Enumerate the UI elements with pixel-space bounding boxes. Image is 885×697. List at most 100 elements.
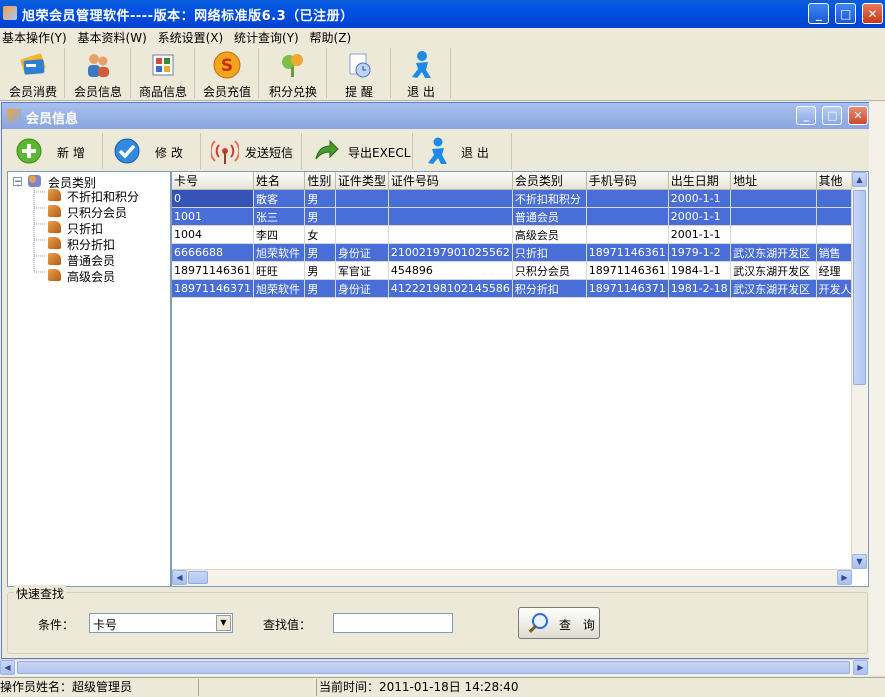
menu-help[interactable]: 帮助(Z): [308, 28, 357, 46]
table-cell[interactable]: 身份证: [335, 279, 389, 298]
table-cell[interactable]: 男: [304, 207, 336, 226]
table-cell[interactable]: 李四: [253, 225, 306, 244]
table-cell[interactable]: 普通会员: [512, 207, 587, 226]
table-cell[interactable]: 武汉东湖开发区: [730, 279, 817, 298]
child-close-button[interactable]: ✕: [848, 106, 868, 125]
menu-basic-data[interactable]: 基本资料(W): [76, 28, 152, 46]
column-header[interactable]: 证件号码: [388, 172, 513, 190]
scroll-left-button[interactable]: ◀: [0, 660, 15, 675]
exit-toolbar-button[interactable]: 退 出: [392, 48, 451, 99]
table-cell[interactable]: [335, 207, 389, 226]
table-cell[interactable]: 积分折扣: [512, 279, 587, 298]
mdi-vertical-scrollbar[interactable]: [869, 102, 885, 675]
scroll-down-button[interactable]: ▼: [852, 554, 867, 569]
table-cell[interactable]: 旭荣软件: [253, 279, 306, 298]
child-title-bar[interactable]: 会员信息 _ □ ✕: [2, 103, 870, 129]
child-minimize-button[interactable]: _: [796, 106, 817, 125]
table-cell[interactable]: [730, 189, 817, 208]
member-category-tree[interactable]: − 会员类别 不折扣和积分 只积分会员 只折扣 积分折扣 普通会员 高级会员: [7, 171, 171, 587]
menu-system-settings[interactable]: 系统设置(X): [156, 28, 229, 46]
scroll-right-button[interactable]: ▶: [853, 660, 868, 675]
table-cell[interactable]: 2000-1-1: [668, 189, 732, 208]
table-cell[interactable]: [586, 225, 669, 244]
table-cell[interactable]: 21002197901025562: [388, 243, 513, 262]
column-header[interactable]: 出生日期: [668, 172, 732, 190]
column-header[interactable]: 性别: [304, 172, 336, 190]
table-cell[interactable]: [388, 189, 513, 208]
table-row[interactable]: 1001 张三男 普通会员 2000-1-1: [172, 207, 868, 226]
main-title-bar[interactable]: 旭荣会员管理软件----版本：网络标准版6.3（已注册） _ □ ✕: [0, 0, 885, 28]
member-consume-button[interactable]: 会员消费: [2, 48, 65, 99]
scroll-up-button[interactable]: ▲: [852, 172, 867, 187]
table-cell[interactable]: 高级会员: [512, 225, 587, 244]
table-cell[interactable]: 18971146361: [172, 261, 254, 280]
table-cell[interactable]: 1984-1-1: [668, 261, 732, 280]
scroll-thumb[interactable]: [853, 190, 866, 385]
table-cell[interactable]: 18971146361: [586, 243, 669, 262]
table-cell[interactable]: 旺旺: [253, 261, 306, 280]
grid-vertical-scrollbar[interactable]: ▲ ▼: [851, 172, 868, 569]
edit-button[interactable]: 修 改: [105, 133, 201, 169]
table-cell[interactable]: 身份证: [335, 243, 389, 262]
export-excel-button[interactable]: 导出EXECL: [304, 133, 413, 169]
table-cell[interactable]: 男: [304, 243, 336, 262]
table-cell[interactable]: [335, 189, 389, 208]
maximize-button[interactable]: □: [835, 3, 857, 24]
minimize-button[interactable]: _: [808, 3, 830, 24]
table-row[interactable]: 18971146371 旭荣软件男身份证 41222198102145586 积分折扣…: [172, 279, 868, 298]
table-cell[interactable]: 武汉东湖开发区: [730, 243, 817, 262]
table-cell[interactable]: 1004: [172, 225, 254, 244]
mdi-horizontal-scrollbar[interactable]: ◀ ▶: [0, 659, 868, 676]
table-cell[interactable]: 6666688: [172, 243, 254, 262]
child-exit-button[interactable]: 退 出: [415, 133, 512, 169]
points-exchange-button[interactable]: 积分兑换: [260, 48, 327, 99]
table-cell[interactable]: 1981-2-18: [668, 279, 732, 298]
table-cell[interactable]: 18971146371: [586, 279, 669, 298]
table-cell[interactable]: [335, 225, 389, 244]
table-cell[interactable]: 2000-1-1: [668, 207, 732, 226]
column-header[interactable]: 卡号: [172, 172, 254, 190]
scroll-thumb[interactable]: [188, 571, 208, 584]
table-cell[interactable]: [586, 207, 669, 226]
table-cell[interactable]: 41222198102145586: [388, 279, 513, 298]
table-cell[interactable]: [388, 225, 513, 244]
table-cell[interactable]: 军官证: [335, 261, 389, 280]
table-cell[interactable]: 男: [304, 279, 336, 298]
table-cell[interactable]: [388, 207, 513, 226]
table-cell[interactable]: 1001: [172, 207, 254, 226]
table-cell[interactable]: 1979-1-2: [668, 243, 732, 262]
column-header[interactable]: 姓名: [253, 172, 306, 190]
table-cell[interactable]: [730, 207, 817, 226]
table-row[interactable]: 6666688 旭荣软件男身份证 21002197901025562 只折扣 18971…: [172, 243, 868, 262]
chevron-down-icon[interactable]: ▼: [216, 615, 231, 631]
table-cell[interactable]: [586, 189, 669, 208]
table-cell[interactable]: 18971146371: [172, 279, 254, 298]
add-button[interactable]: 新 增: [7, 133, 103, 169]
menu-basic-ops[interactable]: 基本操作(Y): [0, 28, 72, 46]
member-grid[interactable]: 卡号 姓名 性别 证件类型 证件号码 会员类别 手机号码 出生日期 地址 其他 0 散客男不折扣和积…: [171, 171, 869, 587]
child-maximize-button[interactable]: □: [822, 106, 843, 125]
column-header[interactable]: 地址: [730, 172, 817, 190]
column-header[interactable]: 手机号码: [586, 172, 669, 190]
table-cell[interactable]: 女: [304, 225, 336, 244]
column-header[interactable]: 会员类别: [512, 172, 587, 190]
query-button[interactable]: 查 询: [518, 607, 600, 639]
table-cell[interactable]: 0: [172, 189, 254, 208]
table-cell[interactable]: 男: [304, 189, 336, 208]
grid-horizontal-scrollbar[interactable]: ◀ ▶: [172, 569, 852, 586]
member-info-button[interactable]: 会员信息: [66, 48, 131, 99]
table-cell[interactable]: 只积分会员: [512, 261, 587, 280]
table-cell[interactable]: 张三: [253, 207, 306, 226]
search-value-input[interactable]: [333, 613, 453, 633]
table-cell[interactable]: 旭荣软件: [253, 243, 306, 262]
table-cell[interactable]: 散客: [253, 189, 306, 208]
table-row[interactable]: 0 散客男 不折扣和积分 2000-1-1: [172, 189, 868, 208]
table-cell[interactable]: 男: [304, 261, 336, 280]
table-cell[interactable]: 只折扣: [512, 243, 587, 262]
table-cell[interactable]: 武汉东湖开发区: [730, 261, 817, 280]
table-cell[interactable]: [730, 225, 817, 244]
table-row[interactable]: 18971146361 旺旺男军官证 454896 只积分会员 18971146361 1…: [172, 261, 868, 280]
table-cell[interactable]: 18971146361: [586, 261, 669, 280]
scroll-thumb[interactable]: [17, 661, 850, 674]
product-info-button[interactable]: 商品信息: [132, 48, 195, 99]
